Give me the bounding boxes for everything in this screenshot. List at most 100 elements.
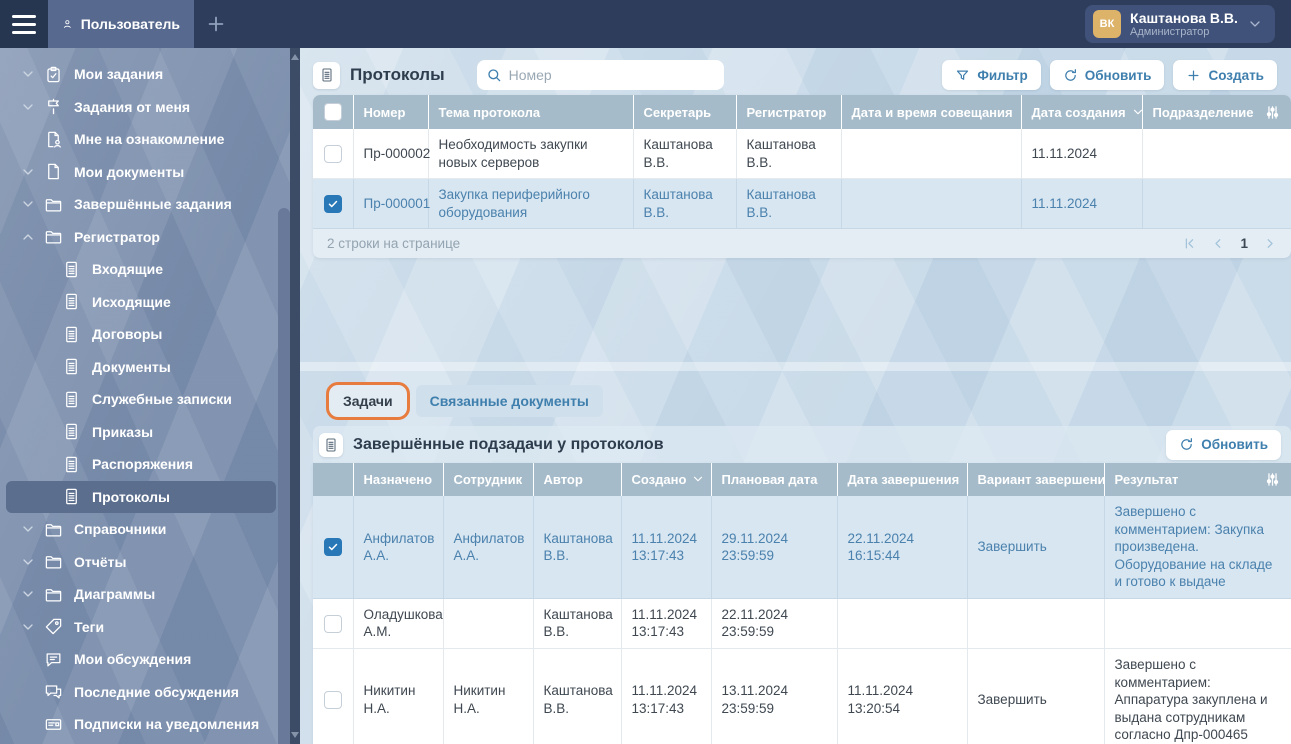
select-all-checkbox[interactable] bbox=[324, 103, 342, 121]
search-icon bbox=[486, 67, 502, 83]
sidebar-item-protocols[interactable]: Протоколы bbox=[6, 481, 276, 514]
document-lines-icon bbox=[62, 325, 81, 344]
sidebar-item-notification-subscriptions[interactable]: Подписки на уведомления bbox=[6, 708, 276, 741]
scroll-up-arrow[interactable] bbox=[291, 54, 299, 60]
document-lines-icon bbox=[62, 292, 81, 311]
sidebar-item-my-documents[interactable]: Мои документы bbox=[6, 156, 276, 189]
subtasks-header-row: Назначено Сотрудник Автор Создано Планов… bbox=[313, 463, 1291, 496]
column-header-author[interactable]: Автор bbox=[533, 463, 621, 496]
column-settings-icon[interactable] bbox=[1264, 471, 1281, 488]
hamburger-menu-button[interactable] bbox=[0, 0, 48, 48]
column-header-result[interactable]: Результат bbox=[1104, 463, 1291, 496]
column-header-finish-date[interactable]: Дата завершения bbox=[837, 463, 967, 496]
column-header-secretary[interactable]: Секретарь bbox=[633, 95, 736, 129]
sidebar-item-directives[interactable]: Распоряжения bbox=[6, 448, 276, 481]
filter-button[interactable]: Фильтр bbox=[942, 60, 1040, 90]
cell-created: 11.11.2024 13:17:43 bbox=[621, 496, 711, 598]
column-header-created[interactable]: Дата создания bbox=[1021, 95, 1142, 129]
column-header-number[interactable]: Номер bbox=[353, 95, 428, 129]
new-tab-button[interactable] bbox=[194, 0, 238, 48]
folder-icon bbox=[44, 552, 63, 571]
column-header-plan-date[interactable]: Плановая дата bbox=[711, 463, 837, 496]
sidebar-item-diagrams[interactable]: Диаграммы bbox=[6, 578, 276, 611]
cell-assigned: Оладушкова А.М. bbox=[353, 598, 443, 648]
chevron-down-icon bbox=[20, 554, 36, 570]
cell-number: Пр-000002 bbox=[353, 129, 428, 179]
chevron-down-icon bbox=[20, 99, 36, 115]
column-header-meeting-datetime[interactable]: Дата и время совещания bbox=[841, 95, 1021, 129]
sidebar-item-finished-tasks[interactable]: Завершённые задания bbox=[6, 188, 276, 221]
sidebar-item-recent-discussions[interactable]: Последние обсуждения bbox=[6, 676, 276, 709]
scroll-down-arrow[interactable] bbox=[291, 732, 299, 738]
check-icon bbox=[327, 541, 339, 553]
column-header-department[interactable]: Подразделение bbox=[1142, 95, 1291, 129]
tab-tasks[interactable]: Задачи bbox=[329, 385, 407, 417]
sidebar-item-memos[interactable]: Служебные записки bbox=[6, 383, 276, 416]
plus-icon bbox=[1186, 68, 1201, 83]
sidebar-item-label: Диаграммы bbox=[74, 586, 155, 602]
cell-assigned: Никитин Н.А. bbox=[353, 649, 443, 744]
protocols-table: Номер Тема протокола Секретарь Регистрат… bbox=[313, 95, 1291, 258]
sidebar-item-outgoing[interactable]: Исходящие bbox=[6, 286, 276, 319]
table-row[interactable]: Никитин Н.А. Никитин Н.А. Каштанова В.В.… bbox=[313, 649, 1291, 744]
first-page-button[interactable] bbox=[1182, 236, 1197, 251]
sidebar-item-label: Служебные записки bbox=[92, 391, 232, 407]
sidebar-item-my-tasks[interactable]: Мои задания bbox=[6, 58, 276, 91]
sidebar-item-for-review[interactable]: Мне на ознакомление bbox=[6, 123, 276, 156]
tag-icon bbox=[44, 617, 63, 636]
table-row[interactable]: Оладушкова А.М. Каштанова В.В. 11.11.202… bbox=[313, 598, 1291, 648]
sidebar-item-contracts[interactable]: Договоры bbox=[6, 318, 276, 351]
tab-related-documents[interactable]: Связанные документы bbox=[416, 385, 603, 417]
search-box bbox=[477, 60, 724, 90]
sidebar-scrollbar-thumb[interactable] bbox=[278, 208, 290, 744]
cell-department bbox=[1142, 129, 1291, 179]
sidebar-scrollbar-track[interactable] bbox=[290, 48, 300, 744]
column-header-finish-variant[interactable]: Вариант завершения bbox=[967, 463, 1104, 496]
sidebar-item-reports[interactable]: Отчёты bbox=[6, 546, 276, 579]
search-input[interactable] bbox=[477, 60, 724, 90]
next-page-button[interactable] bbox=[1262, 236, 1277, 251]
sidebar-item-label: Приказы bbox=[92, 424, 153, 440]
pane-divider[interactable] bbox=[300, 362, 1291, 371]
column-settings-icon[interactable] bbox=[1264, 104, 1281, 121]
card-icon bbox=[44, 715, 63, 734]
cell-plan-date: 13.11.2024 23:59:59 bbox=[711, 649, 837, 744]
chevron-down-icon bbox=[20, 619, 36, 635]
sidebar-item-incoming[interactable]: Входящие bbox=[6, 253, 276, 286]
row-checkbox[interactable] bbox=[324, 615, 342, 633]
prev-page-button[interactable] bbox=[1211, 236, 1226, 251]
sidebar-item-registrar[interactable]: Регистратор bbox=[6, 221, 276, 254]
sort-desc-icon bbox=[1131, 105, 1142, 119]
row-checkbox[interactable] bbox=[324, 691, 342, 709]
subtasks-refresh-button[interactable]: Обновить bbox=[1166, 430, 1281, 460]
page-title: Протоколы bbox=[350, 65, 445, 85]
row-checkbox[interactable] bbox=[324, 145, 342, 163]
table-row[interactable]: Пр-000001 Закупка периферийного оборудов… bbox=[313, 179, 1291, 229]
protocols-panel-header: Протоколы Фильтр Обновить Создать bbox=[313, 55, 1291, 95]
table-row[interactable]: Анфилатов А.А. Анфилатов А.А. Каштанова … bbox=[313, 496, 1291, 598]
column-header-assigned[interactable]: Назначено bbox=[353, 463, 443, 496]
table-row[interactable]: Пр-000002 Необходимость закупки новых се… bbox=[313, 129, 1291, 179]
refresh-button[interactable]: Обновить bbox=[1050, 60, 1165, 90]
tab-user[interactable]: Пользователь bbox=[48, 0, 194, 48]
sidebar-item-my-discussions[interactable]: Мои обсуждения bbox=[6, 643, 276, 676]
sidebar-item-documents[interactable]: Документы bbox=[6, 351, 276, 384]
sidebar-item-label: Мои обсуждения bbox=[74, 651, 191, 667]
sidebar-item-tasks-from-me[interactable]: Задания от меня bbox=[6, 91, 276, 124]
row-checkbox[interactable] bbox=[324, 538, 342, 556]
sidebar-item-directories[interactable]: Справочники bbox=[6, 513, 276, 546]
user-menu[interactable]: ВК Каштанова В.В. Администратор bbox=[1085, 5, 1275, 43]
create-button[interactable]: Создать bbox=[1173, 60, 1277, 90]
sidebar-item-tags[interactable]: Теги bbox=[6, 611, 276, 644]
sidebar-item-label: Отчёты bbox=[74, 554, 126, 570]
chevron-down-icon bbox=[20, 164, 36, 180]
cell-result bbox=[1104, 598, 1291, 648]
sidebar-item-orders[interactable]: Приказы bbox=[6, 416, 276, 449]
column-header-registrar[interactable]: Регистратор bbox=[736, 95, 841, 129]
row-checkbox[interactable] bbox=[324, 195, 342, 213]
column-header-employee[interactable]: Сотрудник bbox=[443, 463, 533, 496]
column-header-topic[interactable]: Тема протокола bbox=[428, 95, 633, 129]
column-header-created[interactable]: Создано bbox=[621, 463, 711, 496]
cell-plan-date: 29.11.2024 23:59:59 bbox=[711, 496, 837, 598]
sidebar: Мои задания Задания от меня Мне на ознак… bbox=[0, 48, 290, 744]
